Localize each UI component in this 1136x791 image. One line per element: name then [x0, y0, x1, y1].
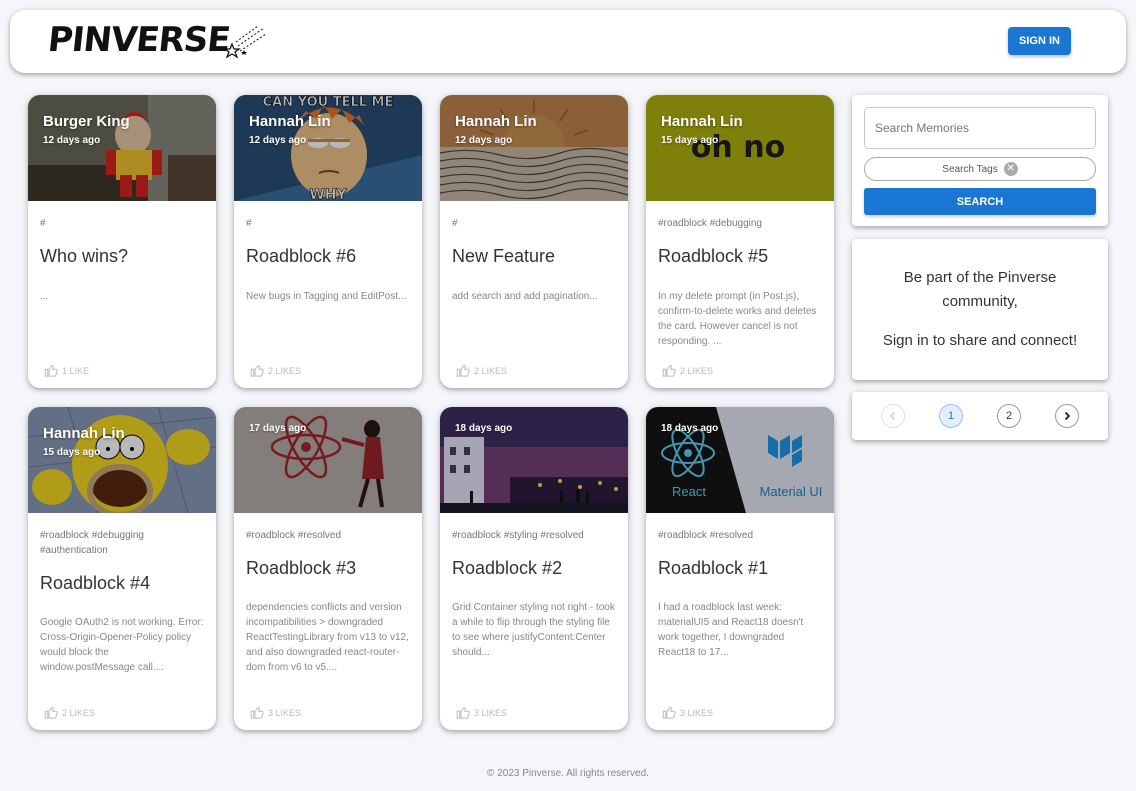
post-tags: #: [40, 218, 46, 229]
post-time: 12 days ago: [455, 135, 513, 146]
chevron-right-icon: [1064, 411, 1071, 421]
post-image: CAN YOU TELL ME WHY Hannah Lin 12 days a…: [234, 95, 422, 201]
like-button[interactable]: 2 LIKES: [250, 363, 301, 378]
post-tags: #: [452, 218, 458, 229]
like-count: 3 LIKES: [474, 707, 508, 718]
post-card[interactable]: 17 days ago #roadblock #resolved Roadblo…: [234, 407, 422, 730]
post-author: Hannah Lin: [43, 425, 125, 442]
like-count: 2 LIKES: [268, 365, 302, 376]
like-count: 2 LIKES: [62, 707, 96, 718]
like-count: 2 LIKES: [474, 365, 508, 376]
like-button[interactable]: 2 LIKES: [44, 705, 95, 720]
post-message: New bugs in Tagging and EditPost...: [246, 291, 407, 302]
post-message: add search and add pagination...: [452, 291, 598, 302]
post-tags: #roadblock #styling #resolved: [452, 530, 584, 541]
thumb-up-icon: [662, 706, 676, 719]
post-time: 12 days ago: [249, 135, 307, 146]
join-line-3: Sign in to share and connect!: [882, 332, 1078, 349]
join-line-2: community,: [942, 293, 1018, 310]
post-message: In my delete prompt (in Post.js), confir…: [658, 291, 817, 347]
post-tags: #roadblock #debugging #authentication: [40, 530, 144, 556]
post-image: 17 days ago: [234, 407, 422, 513]
post-card[interactable]: Hannah Lin 12 days ago # New Feature add…: [440, 95, 628, 388]
like-button[interactable]: 2 LIKES: [456, 363, 507, 378]
search-tags-chip[interactable]: Search Tags ✕: [864, 157, 1096, 181]
next-page-button[interactable]: [1055, 404, 1079, 428]
thumb-up-icon: [662, 364, 676, 377]
post-title: Roadblock #3: [246, 558, 357, 578]
post-image: Hannah Lin 12 days ago: [440, 95, 628, 201]
post-title: Who wins?: [40, 246, 129, 266]
post-tags: #roadblock #resolved: [658, 530, 754, 541]
clear-icon[interactable]: ✕: [1003, 162, 1018, 176]
page-button-current[interactable]: 1: [939, 404, 963, 428]
post-image: oh no Hannah Lin 15 days ago: [646, 95, 834, 201]
post-message: dependencies conflicts and version incom…: [246, 602, 409, 673]
search-button[interactable]: SEARCH: [864, 188, 1096, 215]
post-author: Hannah Lin: [249, 113, 331, 130]
post-time: 12 days ago: [43, 135, 101, 146]
post-title: Roadblock #6: [246, 246, 357, 266]
post-image: Burger King 12 days ago: [28, 95, 216, 201]
like-button[interactable]: 3 LIKES: [662, 705, 713, 720]
post-author: Hannah Lin: [455, 113, 537, 130]
post-message: Google OAuth2 is not working. Error: Cro…: [40, 617, 204, 673]
like-count: 3 LIKES: [268, 707, 302, 718]
post-tags: #: [246, 218, 252, 229]
post-image: Hannah Lin 15 days ago: [28, 407, 216, 513]
post-card[interactable]: oh no Hannah Lin 15 days ago #roadblock …: [646, 95, 834, 388]
post-title: Roadblock #1: [658, 558, 769, 578]
app-bar: PINVERSE SIGN IN: [10, 10, 1126, 73]
search-input[interactable]: [864, 107, 1096, 149]
prev-page-button[interactable]: [881, 404, 905, 428]
post-image: React Material UI 18 days ago: [646, 407, 834, 513]
post-card[interactable]: CAN YOU TELL ME WHY Hannah Lin 12 days a…: [234, 95, 422, 388]
post-time: 17 days ago: [249, 423, 307, 434]
thumb-up-icon: [456, 706, 470, 719]
sign-in-button[interactable]: SIGN IN: [1008, 27, 1071, 55]
post-author: Hannah Lin: [661, 113, 743, 130]
thumb-up-icon: [456, 364, 470, 377]
like-button[interactable]: 3 LIKES: [250, 705, 301, 720]
thumb-up-icon: [250, 706, 264, 719]
post-time: 18 days ago: [661, 423, 719, 434]
post-message: ...: [40, 291, 49, 302]
thumb-up-icon: [44, 364, 58, 377]
post-author: Burger King: [43, 113, 130, 130]
post-title: New Feature: [452, 246, 556, 266]
post-card[interactable]: 18 days ago #roadblock #styling #resolve…: [440, 407, 628, 730]
like-count: 2 LIKES: [680, 365, 714, 376]
post-message: Grid Container styling not right - took …: [452, 602, 615, 658]
post-title: Roadblock #2: [452, 558, 563, 578]
search-panel: Search Tags ✕ SEARCH: [852, 95, 1108, 226]
post-title: Roadblock #5: [658, 246, 769, 266]
join-line-1: Be part of the Pinverse: [903, 269, 1057, 286]
post-image: 18 days ago: [440, 407, 628, 513]
post-title: Roadblock #4: [40, 573, 151, 593]
search-tags-label: Search Tags: [942, 163, 998, 175]
page-button-2[interactable]: 2: [997, 404, 1021, 428]
shooting-stars-icon: [223, 25, 267, 59]
like-count: 1 LIKE: [62, 365, 90, 376]
post-time: 18 days ago: [455, 423, 513, 434]
thumb-up-icon: [250, 364, 264, 377]
post-card[interactable]: React Material UI 18 days ago #roadblock…: [646, 407, 834, 730]
post-tags: #roadblock #resolved: [246, 530, 342, 541]
post-message: I had a roadblock last week: materialUI5…: [658, 602, 804, 658]
post-card[interactable]: Hannah Lin 15 days ago #roadblock #debug…: [28, 407, 216, 730]
pagination: 1 2: [852, 392, 1108, 440]
chevron-left-icon: [889, 411, 896, 421]
like-button[interactable]: 1 LIKE: [44, 363, 89, 378]
post-tags: #roadblock #debugging: [658, 218, 762, 229]
join-panel: Be part of the Pinverse community, Sign …: [852, 239, 1108, 380]
logo-text[interactable]: PINVERSE: [46, 20, 232, 60]
thumb-up-icon: [44, 706, 58, 719]
post-time: 15 days ago: [661, 135, 719, 146]
like-button[interactable]: 3 LIKES: [456, 705, 507, 720]
post-time: 15 days ago: [43, 447, 101, 458]
post-card[interactable]: Burger King 12 days ago # Who wins? ... …: [28, 95, 216, 388]
like-button[interactable]: 2 LIKES: [662, 363, 713, 378]
like-count: 3 LIKES: [680, 707, 714, 718]
footer-text: © 2023 Pinverse. All rights reserved.: [487, 768, 649, 779]
